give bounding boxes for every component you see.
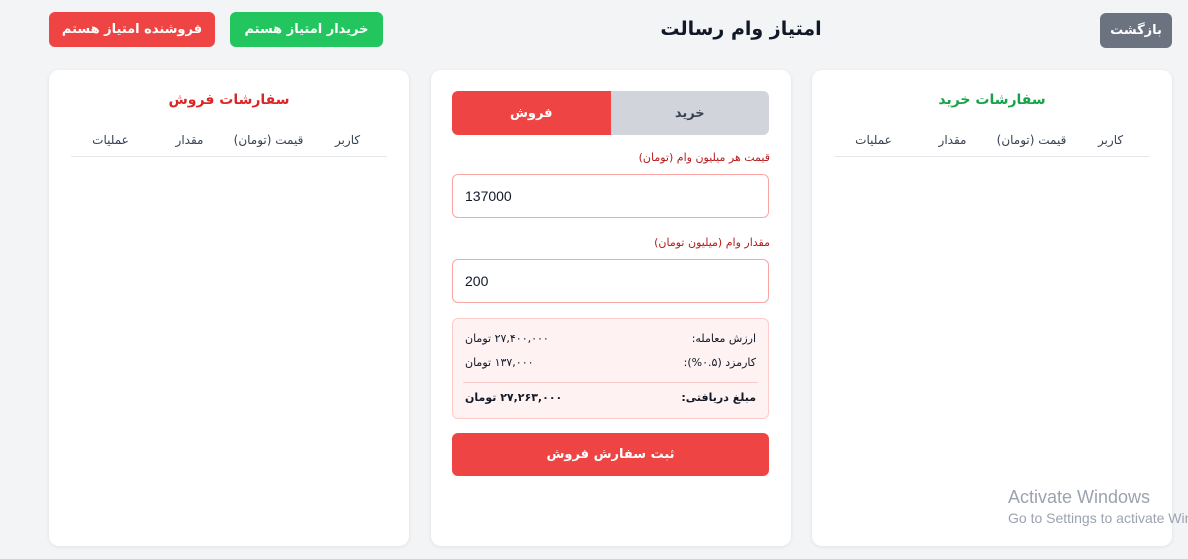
sell-orders-panel: سفارشات فروش کاربر قیمت (تومان) مقدار عم… <box>49 70 409 546</box>
price-label: قیمت هر میلیون وام (تومان) <box>638 151 770 164</box>
summary-fee-row: کارمزد (۰.۵%): ۱۳۷,۰۰۰ تومان <box>465 356 756 369</box>
summary-divider <box>463 382 758 383</box>
column-amount: مقدار <box>938 133 967 147</box>
page-title: امتیاز وام رسالت <box>660 18 822 40</box>
order-form-panel: خرید فروش قیمت هر میلیون وام (تومان) 137… <box>431 70 791 546</box>
order-summary: ارزش معامله: ۲۷,۴۰۰,۰۰۰ تومان کارمزد (۰.… <box>452 318 769 419</box>
submit-sell-order-button[interactable]: ثبت سفارش فروش <box>452 433 769 476</box>
price-input[interactable]: 137000 <box>452 174 769 218</box>
watermark-line-2: Go to Settings to activate Windows. <box>1008 510 1188 526</box>
column-price: قیمت (تومان) <box>996 133 1067 147</box>
windows-activation-watermark: Activate Windows Go to Settings to activ… <box>1008 487 1188 526</box>
column-price: قیمت (تومان) <box>233 133 304 147</box>
column-amount: مقدار <box>175 133 204 147</box>
column-actions: عملیات <box>855 133 892 147</box>
summary-net-label: مبلغ دریافتی: <box>681 391 756 404</box>
column-user: کاربر <box>334 133 361 147</box>
summary-value-row: ارزش معامله: ۲۷,۴۰۰,۰۰۰ تومان <box>465 332 756 345</box>
tab-buy[interactable]: خرید <box>610 91 769 135</box>
summary-value: ۲۷,۴۰۰,۰۰۰ تومان <box>465 332 549 345</box>
summary-net-row: مبلغ دریافتی: ۲۷,۲۶۳,۰۰۰ تومان <box>465 391 756 404</box>
summary-net: ۲۷,۲۶۳,۰۰۰ تومان <box>465 391 563 404</box>
summary-value-label: ارزش معامله: <box>691 332 756 345</box>
order-type-tabs: خرید فروش <box>452 91 769 135</box>
seller-role-button[interactable]: فروشنده امتیاز هستم <box>49 12 215 47</box>
sell-orders-title: سفارشات فروش <box>168 92 290 108</box>
buy-orders-table-header: کاربر قیمت (تومان) مقدار عملیات <box>834 124 1150 157</box>
amount-input[interactable]: 200 <box>452 259 769 303</box>
column-actions: عملیات <box>92 133 129 147</box>
watermark-line-1: Activate Windows <box>1008 487 1151 507</box>
back-button[interactable]: بازگشت <box>1100 13 1172 48</box>
summary-fee: ۱۳۷,۰۰۰ تومان <box>465 356 534 369</box>
column-user: کاربر <box>1097 133 1124 147</box>
buy-orders-panel: سفارشات خرید کاربر قیمت (تومان) مقدار عم… <box>812 70 1172 546</box>
summary-fee-label: کارمزد (۰.۵%): <box>683 356 756 369</box>
buy-orders-title: سفارشات خرید <box>938 92 1046 108</box>
tab-sell[interactable]: فروش <box>452 91 611 135</box>
buyer-role-button[interactable]: خریدار امتیاز هستم <box>230 12 383 47</box>
sell-orders-table-header: کاربر قیمت (تومان) مقدار عملیات <box>71 124 387 157</box>
amount-label: مقدار وام (میلیون تومان) <box>654 236 770 249</box>
